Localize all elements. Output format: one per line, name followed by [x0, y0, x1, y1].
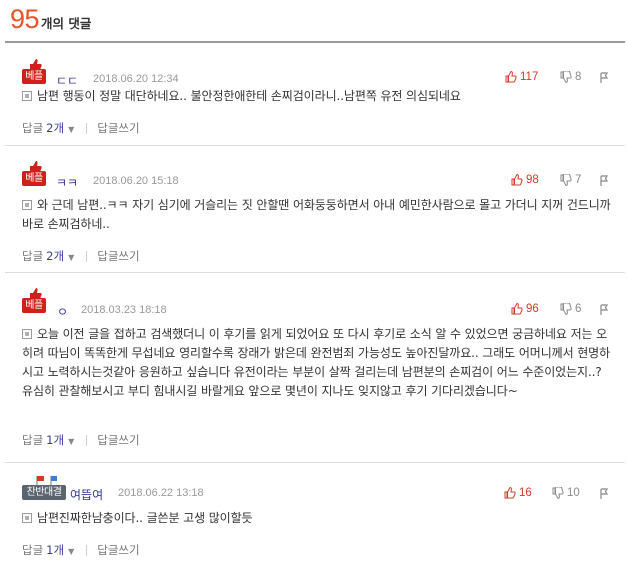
best-badge-label: 베플	[22, 171, 46, 186]
reply-toggle[interactable]: 답글 2개 ▼	[22, 248, 74, 264]
thumbs-down-icon	[552, 487, 564, 499]
actions-divider	[86, 434, 88, 446]
write-reply-button[interactable]: 답글쓰기	[97, 248, 139, 264]
dislike-count: 10	[567, 487, 580, 499]
thumbs-down-icon	[560, 71, 572, 83]
reply-count: 1개	[46, 433, 65, 447]
comment-bullet-icon	[22, 513, 32, 523]
best-badge: 베플	[22, 59, 48, 86]
best-badge: 베플	[22, 288, 48, 315]
comment-actions: 답글 2개 ▼ 답글쓰기	[22, 120, 140, 136]
like-button[interactable]: 16	[504, 487, 532, 499]
reply-count: 2개	[46, 249, 65, 263]
comment-item: 찬반대결 여뜹여 2018.06.22 13:18 16 10 남편진짜한남충이…	[5, 463, 625, 574]
author-nickname[interactable]: ㅇ	[57, 303, 68, 320]
dislike-count: 8	[575, 71, 582, 83]
comment-text: 남편 행동이 정말 대단하네요.. 불안정한애한테 손찌검이라니..남편쪽 유전…	[22, 87, 615, 106]
comment-item: 베플 ㄷㄷ 2018.06.20 12:34 117 8 남편 행동이 정말 대…	[5, 50, 625, 146]
author-nickname[interactable]: 여뜹여	[70, 486, 103, 503]
like-button[interactable]: 117	[505, 71, 538, 83]
comment-bullet-icon	[22, 91, 32, 101]
reply-toggle[interactable]: 답글 1개 ▼	[22, 432, 74, 448]
reply-count: 2개	[46, 121, 65, 135]
dislike-button[interactable]: 10	[552, 487, 580, 499]
like-count: 96	[526, 303, 539, 315]
thumbs-up-icon	[504, 487, 516, 499]
header-divider	[5, 41, 625, 43]
report-icon[interactable]	[599, 72, 609, 84]
thumbs-up-icon	[505, 71, 517, 83]
comment-actions: 답글 2개 ▼ 답글쓰기	[22, 248, 140, 264]
write-reply-button[interactable]: 답글쓰기	[97, 432, 139, 448]
dislike-button[interactable]: 7	[560, 174, 581, 186]
report-icon[interactable]	[599, 304, 609, 316]
caret-down-icon: ▼	[68, 125, 75, 134]
reply-toggle[interactable]: 답글 2개 ▼	[22, 120, 74, 136]
versus-badge: 찬반대결	[22, 475, 68, 502]
dislike-count: 6	[575, 303, 582, 315]
like-count: 117	[520, 71, 539, 83]
versus-badge-label: 찬반대결	[22, 485, 66, 500]
write-reply-button[interactable]: 답글쓰기	[97, 542, 139, 558]
dislike-count: 7	[575, 174, 582, 186]
thumbs-up-icon	[511, 174, 523, 186]
comment-date: 2018.06.20 12:34	[93, 73, 179, 85]
comment-count-label: 개의 댓글	[41, 16, 92, 31]
comment-date: 2018.03.23 18:18	[81, 304, 167, 316]
comment-date: 2018.06.22 13:18	[118, 487, 204, 499]
like-count: 98	[526, 174, 539, 186]
comment-actions: 답글 1개 ▼ 답글쓰기	[22, 432, 140, 448]
best-badge-label: 베플	[22, 69, 46, 84]
like-count: 16	[519, 487, 532, 499]
best-badge-label: 베플	[22, 298, 46, 313]
comment-bullet-icon	[22, 200, 32, 210]
comment-date: 2018.06.20 15:18	[93, 175, 179, 187]
comment-item: 베플 ㅇ 2018.03.23 18:18 96 6 오늘 이전 글을 접하고 …	[5, 273, 625, 463]
like-button[interactable]: 98	[511, 174, 539, 186]
caret-down-icon: ▼	[68, 437, 75, 446]
comment-text: 와 근데 남편..ㅋㅋ 자기 심기에 거슬리는 짓 안할땐 어화둥둥하면서 아내…	[22, 198, 611, 231]
actions-divider	[86, 250, 88, 262]
actions-divider	[86, 122, 88, 134]
author-nickname[interactable]: ㅋㅋ	[56, 174, 78, 191]
comment-bullet-icon	[22, 329, 32, 339]
thumbs-up-icon	[511, 303, 523, 315]
comment-text: 남편진짜한남충이다.. 글쓴분 고생 많이할듯	[22, 509, 615, 528]
thumbs-down-icon	[560, 303, 572, 315]
dislike-button[interactable]: 8	[560, 71, 581, 83]
caret-down-icon: ▼	[68, 547, 75, 556]
reply-count: 1개	[46, 543, 65, 557]
report-icon[interactable]	[599, 488, 609, 500]
report-icon[interactable]	[599, 175, 609, 187]
reply-toggle[interactable]: 답글 1개 ▼	[22, 542, 74, 558]
comment-actions: 답글 1개 ▼ 답글쓰기	[22, 542, 140, 558]
caret-down-icon: ▼	[68, 253, 75, 262]
write-reply-button[interactable]: 답글쓰기	[97, 120, 139, 136]
comment-text: 오늘 이전 글을 접하고 검색했더니 이 후기를 읽게 되었어요 또 다시 후기…	[22, 327, 611, 398]
comment-item: 베플 ㅋㅋ 2018.06.20 15:18 98 7 와 근데 남편..ㅋㅋ …	[5, 146, 625, 273]
thumbs-down-icon	[560, 174, 572, 186]
comments-header: 95 개의 댓글	[10, 4, 91, 36]
actions-divider	[86, 544, 88, 556]
best-badge: 베플	[22, 161, 48, 188]
like-button[interactable]: 96	[511, 303, 539, 315]
comment-count: 95	[10, 4, 40, 34]
dislike-button[interactable]: 6	[560, 303, 581, 315]
